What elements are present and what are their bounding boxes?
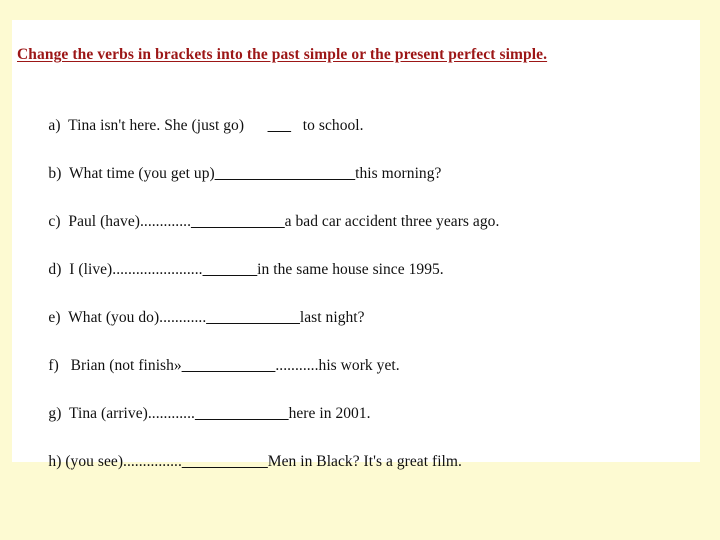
exercise-suffix-c: a bad car accident three years ago. (284, 213, 500, 230)
exercise-marker-g: g) (48, 405, 62, 422)
exercise-suffix-h: Men in Black? It's a great film. (267, 453, 462, 470)
exercise-marker-b: b) (48, 165, 62, 182)
exercise-item-f: f) Brian (not finish»____________.......… (17, 336, 695, 384)
exercise-blank-f[interactable]: ____________ (182, 357, 276, 374)
exercise-prefix-f: Brian (not finish» (58, 357, 182, 374)
exercise-prefix-d: I (live)....................... (61, 261, 203, 278)
worksheet-page: Change the verbs in brackets into the pa… (0, 0, 720, 540)
exercise-list: a) Tina isn't here. She (just go) ___ to… (17, 96, 695, 480)
exercise-suffix-f: ...........his work yet. (275, 357, 400, 374)
exercise-item-g: g) Tina (arrive)............____________… (17, 384, 695, 432)
exercise-blank-e[interactable]: ____________ (206, 309, 300, 326)
exercise-suffix-b: this morning? (355, 165, 442, 182)
worksheet-sheet: Change the verbs in brackets into the pa… (12, 20, 700, 470)
exercise-prefix-g: Tina (arrive)............ (61, 405, 195, 422)
exercise-item-d: d) I (live).......................______… (17, 240, 695, 288)
exercise-item-e: e) What (you do)............____________… (17, 288, 695, 336)
exercise-item-c: c) Paul (have).............____________a… (17, 192, 695, 240)
exercise-prefix-a: Tina isn't here. She (just go) (60, 117, 268, 134)
exercise-prefix-b: What time (you get up) (61, 165, 215, 182)
worksheet-heading: Change the verbs in brackets into the pa… (17, 46, 548, 63)
exercise-blank-g[interactable]: ____________ (195, 405, 289, 422)
exercise-blank-c[interactable]: ____________ (191, 213, 285, 230)
exercise-item-b: b) What time (you get up)_______________… (17, 144, 695, 192)
exercise-blank-b[interactable]: __________________ (215, 165, 355, 182)
exercise-marker-d: d) (48, 261, 62, 278)
exercise-marker-f: f) (48, 357, 59, 374)
exercise-prefix-e: What (you do)............ (60, 309, 207, 326)
exercise-prefix-c: Paul (have)............. (60, 213, 192, 230)
exercise-marker-a: a) (48, 117, 61, 134)
exercise-item-a: a) Tina isn't here. She (just go) ___ to… (17, 96, 695, 144)
exercise-marker-e: e) (48, 309, 61, 326)
exercise-item-h: h) (you see)...............___________Me… (17, 432, 695, 480)
exercise-suffix-e: last night? (299, 309, 365, 326)
exercise-blank-a[interactable]: ___ (268, 117, 291, 134)
exercise-prefix-h: (you see)............... (61, 453, 182, 470)
exercise-blank-d[interactable]: _______ (203, 261, 258, 278)
exercise-suffix-d: in the same house since 1995. (257, 261, 444, 278)
exercise-marker-h: h) (48, 453, 62, 470)
exercise-blank-h[interactable]: ___________ (182, 453, 268, 470)
exercise-marker-c: c) (48, 213, 61, 230)
exercise-suffix-a: to school. (291, 117, 364, 134)
exercise-suffix-g: here in 2001. (288, 405, 371, 422)
